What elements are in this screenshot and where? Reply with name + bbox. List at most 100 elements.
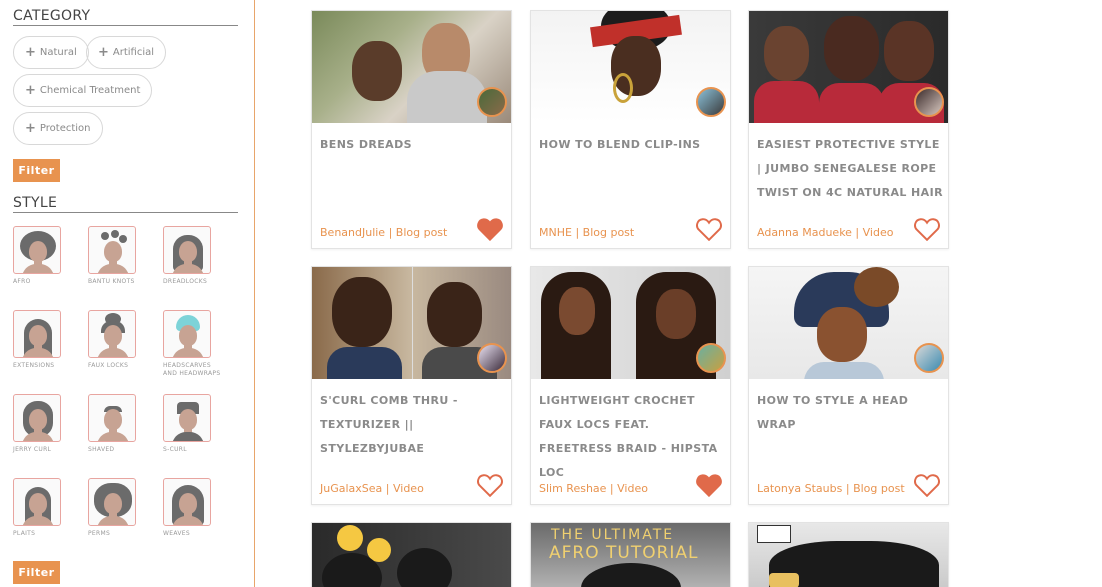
card-author[interactable]: Slim Reshae [539,482,606,495]
style-label: BANTU KNOTS [88,278,135,285]
style-label: PERMS [88,530,111,537]
afro-icon [13,226,61,274]
card-title[interactable]: HOW TO BLEND CLIP-INS [539,133,727,157]
style-heading: STYLE [13,195,58,211]
bantu-knots-icon [88,226,136,274]
shaved-icon [88,394,136,442]
card-meta[interactable]: Adanna Madueke | Video [757,226,893,239]
content-card[interactable]: S'CURL COMB THRU - TEXTURIZER || STYLEZB… [311,266,512,505]
style-label: PLAITS [13,530,36,537]
content-card[interactable]: BENS DREADS BenandJulie | Blog post [311,10,512,249]
card-type: Blog post [395,226,448,239]
author-avatar [914,343,944,373]
card-author[interactable]: MNHE [539,226,572,239]
content-card[interactable]: HOW TO BLEND CLIP-INS MNHE | Blog post [530,10,731,249]
style-option-plaits[interactable]: PLAITS [13,478,73,538]
style-option-bantu-knots[interactable]: BANTU KNOTS [88,226,148,286]
style-option-afro[interactable]: AFRO [13,226,73,286]
style-divider [13,212,238,213]
card-title[interactable]: LIGHTWEIGHT CROCHET FAUX LOCS FEAT. FREE… [539,389,727,485]
style-label: JERRY CURL [13,446,52,453]
filter-sidebar: CATEGORY + Natural + Artificial + Chemic… [0,0,255,587]
style-label: S-CURL [163,446,187,453]
plus-icon: + [25,121,36,136]
card-author[interactable]: Latonya Staubs [757,482,842,495]
category-pill-label: Artificial [112,47,155,58]
category-pill-natural[interactable]: + Natural [13,36,89,69]
card-author[interactable]: JuGalaxSea [320,482,382,495]
style-option-headscarves[interactable]: HEADSCARVES AND HEADWRAPS [163,310,223,378]
card-thumbnail[interactable] [749,523,948,587]
plus-icon: + [98,45,109,60]
card-type: Video [862,226,894,239]
card-title[interactable]: HOW TO STYLE A HEAD WRAP [757,389,945,437]
heart-icon[interactable] [696,473,722,497]
headwrap-icon [163,310,211,358]
card-thumbnail[interactable] [312,523,511,587]
content-card[interactable] [748,522,949,587]
author-avatar [477,87,507,117]
content-card[interactable]: THE ULTIMATE AFRO TUTORIAL [530,522,731,587]
category-pill-label: Protection [39,123,91,134]
card-type: Video [392,482,424,495]
category-pill-chemical-treatment[interactable]: + Chemical Treatment [13,74,153,107]
card-meta[interactable]: Latonya Staubs | Blog post [757,482,905,495]
card-meta[interactable]: MNHE | Blog post [539,226,634,239]
heart-icon[interactable] [477,473,503,497]
content-card[interactable]: EASIEST PROTECTIVE STYLE | JUMBO SENEGAL… [748,10,949,249]
card-title[interactable]: S'CURL COMB THRU - TEXTURIZER || STYLEZB… [320,389,508,461]
category-pill-artificial[interactable]: + Artificial [86,36,167,69]
category-heading: CATEGORY [13,8,91,24]
style-option-jerry-curl[interactable]: JERRY CURL [13,394,73,454]
style-label: SHAVED [88,446,115,453]
category-pill-protection[interactable]: + Protection [13,112,103,145]
weaves-icon [163,478,211,526]
style-label: EXTENSIONS [13,362,55,369]
heart-icon[interactable] [914,473,940,497]
heart-icon[interactable] [696,217,722,241]
jerry-curl-icon [13,394,61,442]
style-label: DREADLOCKS [163,278,208,285]
thumbnail-title-line1: THE ULTIMATE [551,527,675,543]
card-author[interactable]: Adanna Madueke [757,226,852,239]
category-pill-label: Natural [39,47,77,58]
style-option-extensions[interactable]: EXTENSIONS [13,310,73,370]
style-option-dreadlocks[interactable]: DREADLOCKS [163,226,223,286]
heart-icon[interactable] [914,217,940,241]
style-label: HEADSCARVES AND HEADWRAPS [163,362,221,377]
style-label: FAUX LOCKS [88,362,129,369]
plaits-icon [13,478,61,526]
card-meta[interactable]: Slim Reshae | Video [539,482,648,495]
style-option-shaved[interactable]: SHAVED [88,394,148,454]
category-pill-label: Chemical Treatment [39,85,141,96]
card-title[interactable]: BENS DREADS [320,133,508,157]
style-option-perms[interactable]: PERMS [88,478,148,538]
style-filter-button[interactable]: Filter [13,561,60,584]
content-card[interactable]: HOW TO STYLE A HEAD WRAP Latonya Staubs … [748,266,949,505]
dreadlocks-icon [163,226,211,274]
card-meta[interactable]: BenandJulie | Blog post [320,226,447,239]
style-label: WEAVES [163,530,190,537]
card-author[interactable]: BenandJulie [320,226,385,239]
style-option-s-curl[interactable]: S-CURL [163,394,223,454]
perms-icon [88,478,136,526]
card-type: Blog post [853,482,905,495]
content-card[interactable]: LIGHTWEIGHT CROCHET FAUX LOCS FEAT. FREE… [530,266,731,505]
card-thumbnail[interactable]: THE ULTIMATE AFRO TUTORIAL [531,523,730,587]
card-type: Blog post [582,226,635,239]
s-curl-icon [163,394,211,442]
style-label: AFRO [13,278,31,285]
style-option-faux-locks[interactable]: FAUX LOCKS [88,310,148,370]
card-title[interactable]: EASIEST PROTECTIVE STYLE | JUMBO SENEGAL… [757,133,945,205]
card-type: Video [617,482,648,495]
author-avatar [477,343,507,373]
author-avatar [696,87,726,117]
category-filter-button[interactable]: Filter [13,159,60,182]
style-option-weaves[interactable]: WEAVES [163,478,223,538]
card-meta[interactable]: JuGalaxSea | Video [320,482,424,495]
author-avatar [914,87,944,117]
extensions-icon [13,310,61,358]
plus-icon: + [25,45,36,60]
heart-icon[interactable] [477,217,503,241]
content-card[interactable] [311,522,512,587]
